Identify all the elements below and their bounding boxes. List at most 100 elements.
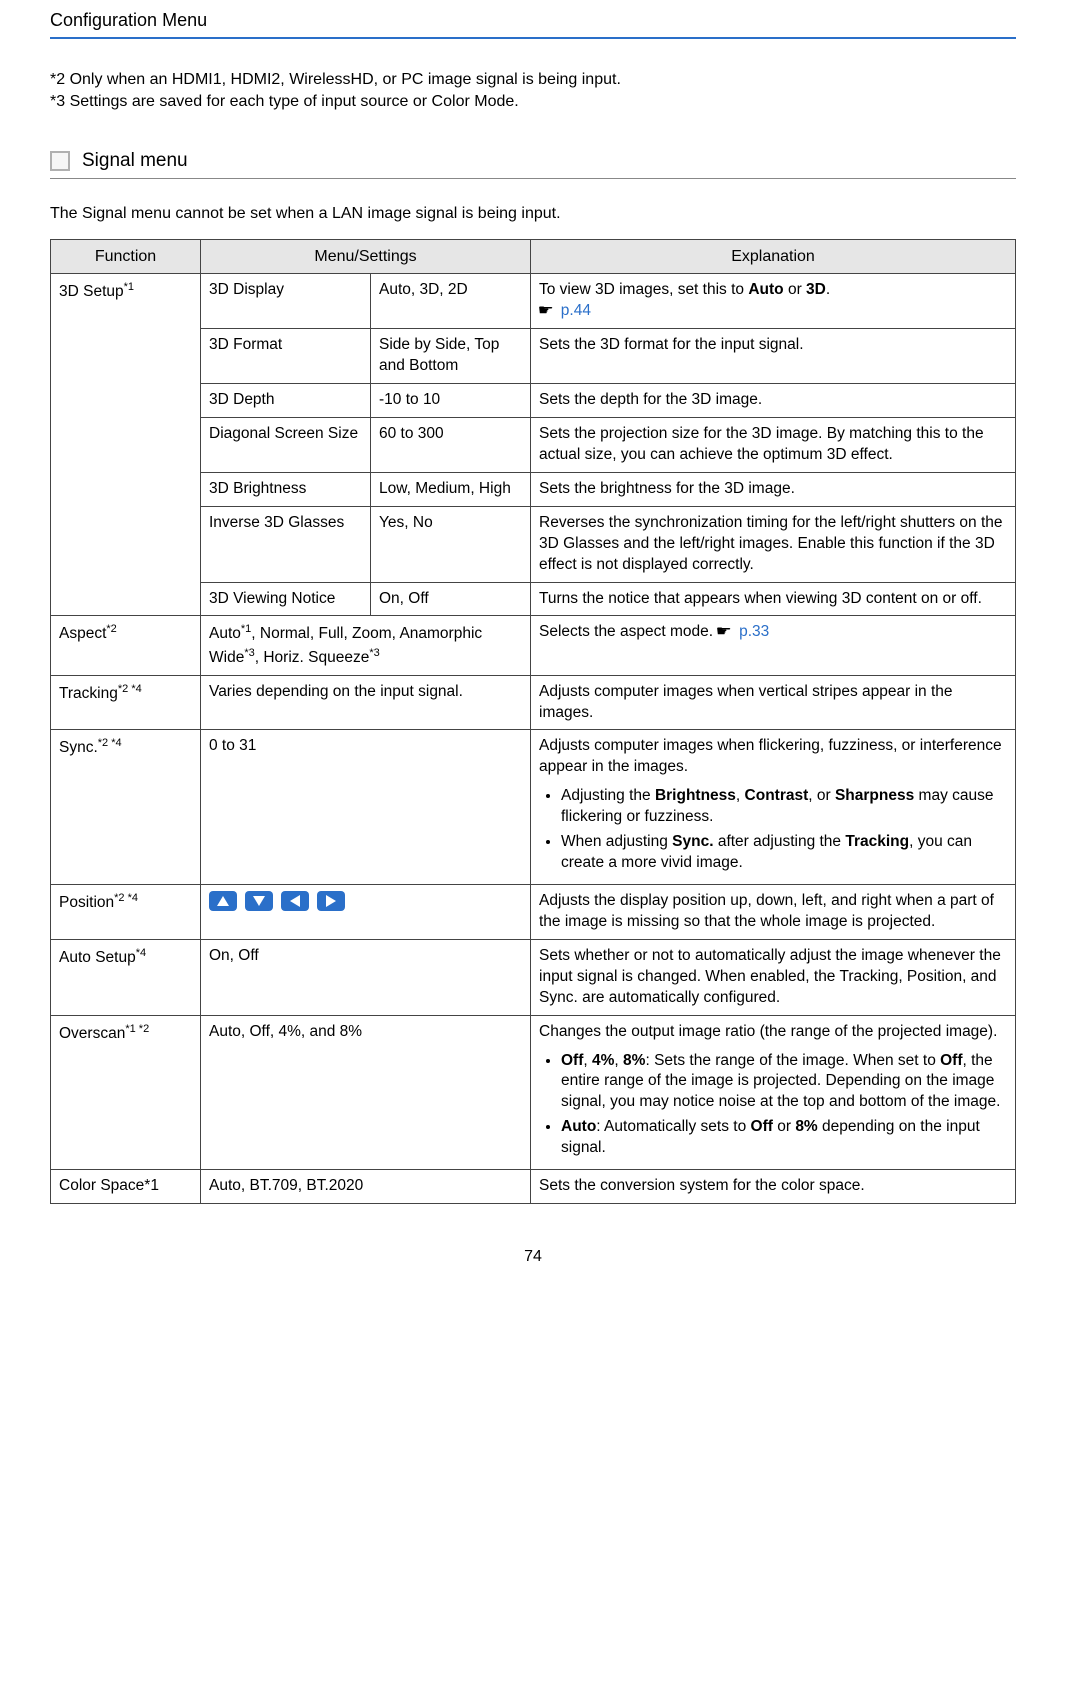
text-bold: Sharpness <box>835 787 914 804</box>
exp-colorspace: Sets the conversion system for the color… <box>531 1170 1016 1204</box>
menu-3d-depth: 3D Depth <box>201 384 371 418</box>
fn-3d-setup: 3D Setup*1 <box>51 274 201 616</box>
text: Adjusts computer images when flickering,… <box>539 736 1007 778</box>
exp-aspect: Selects the aspect mode. ☛ p.33 <box>531 616 1016 675</box>
fn-autosetup: Auto Setup*4 <box>51 939 201 1015</box>
page-title: Configuration Menu <box>50 10 1016 39</box>
footnote-3: *3 Settings are saved for each type of i… <box>50 91 1016 113</box>
fn-autosetup-label: Auto Setup <box>59 949 136 966</box>
setting-tracking: Varies depending on the input signal. <box>201 675 531 730</box>
text-bold: Auto <box>748 281 783 298</box>
text: or <box>773 1118 795 1135</box>
pointer-icon: ☛ <box>538 301 554 321</box>
text: , <box>614 1052 623 1069</box>
fn-position: Position*2 *4 <box>51 884 201 939</box>
text: or <box>784 281 806 298</box>
signal-table: Function Menu/Settings Explanation 3D Se… <box>50 239 1016 1204</box>
fn-aspect-sup: *2 <box>106 623 116 635</box>
setting-3d-notice: On, Off <box>371 582 531 616</box>
text: . <box>826 281 830 298</box>
fn-tracking: Tracking*2 *4 <box>51 675 201 730</box>
table-row: Tracking*2 *4 Varies depending on the in… <box>51 675 1016 730</box>
fn-overscan: Overscan*1 *2 <box>51 1015 201 1170</box>
arrow-right-icon <box>317 891 345 911</box>
menu-3d-format: 3D Format <box>201 329 371 384</box>
setting-3d-depth: -10 to 10 <box>371 384 531 418</box>
setting-colorspace: Auto, BT.709, BT.2020 <box>201 1170 531 1204</box>
table-row: Overscan*1 *2 Auto, Off, 4%, and 8% Chan… <box>51 1015 1016 1170</box>
text: Adjusting the <box>561 787 655 804</box>
table-header-row: Function Menu/Settings Explanation <box>51 239 1016 274</box>
section-bullet-icon <box>50 151 70 171</box>
menu-3d-display: 3D Display <box>201 274 371 329</box>
table-row: Auto Setup*4 On, Off Sets whether or not… <box>51 939 1016 1015</box>
fn-sync: Sync.*2 *4 <box>51 730 201 885</box>
text-bold: 4% <box>592 1052 614 1069</box>
text: , <box>736 787 745 804</box>
text: , or <box>808 787 835 804</box>
text-bold: Off <box>940 1052 962 1069</box>
col-explanation: Explanation <box>531 239 1016 274</box>
text: Selects the aspect mode. <box>539 623 717 640</box>
text: after adjusting the <box>714 833 846 850</box>
setting-3d-format: Side by Side, Top and Bottom <box>371 329 531 384</box>
col-function: Function <box>51 239 201 274</box>
arrow-down-icon <box>245 891 273 911</box>
text-sup: *3 <box>244 647 254 659</box>
link-p44[interactable]: p.44 <box>561 302 591 319</box>
exp-3d-depth: Sets the depth for the 3D image. <box>531 384 1016 418</box>
exp-sync-list: Adjusting the Brightness, Contrast, or S… <box>539 786 1007 874</box>
link-p33[interactable]: p.33 <box>739 623 769 640</box>
setting-diag-size: 60 to 300 <box>371 417 531 472</box>
setting-position <box>201 884 531 939</box>
fn-sync-sup: *2 *4 <box>98 737 122 749</box>
text: , Horiz. Squeeze <box>255 649 370 666</box>
exp-inverse-3d: Reverses the synchronization timing for … <box>531 506 1016 582</box>
exp-sync: Adjusts computer images when flickering,… <box>531 730 1016 885</box>
fn-aspect: Aspect*2 <box>51 616 201 675</box>
fn-sync-label: Sync. <box>59 740 98 757</box>
text-bold: Auto <box>561 1118 596 1135</box>
text-bold: 3D <box>806 281 826 298</box>
fn-3d-setup-sup: *1 <box>124 281 134 293</box>
footnote-2: *2 Only when an HDMI1, HDMI2, WirelessHD… <box>50 69 1016 91</box>
exp-diag-size: Sets the projection size for the 3D imag… <box>531 417 1016 472</box>
fn-overscan-sup: *1 *2 <box>125 1023 149 1035</box>
fn-aspect-label: Aspect <box>59 626 106 643</box>
text: To view 3D images, set this to <box>539 281 748 298</box>
text: Auto <box>209 626 241 643</box>
list-item: When adjusting Sync. after adjusting the… <box>561 832 1007 874</box>
text-sup: *3 <box>369 647 379 659</box>
exp-tracking: Adjusts computer images when vertical st… <box>531 675 1016 730</box>
arrow-up-icon <box>209 891 237 911</box>
section-header: Signal menu <box>50 150 1016 179</box>
text: : Sets the range of the image. When set … <box>645 1052 940 1069</box>
fn-autosetup-sup: *4 <box>136 947 146 959</box>
list-item: Off, 4%, 8%: Sets the range of the image… <box>561 1051 1007 1114</box>
exp-3d-format: Sets the 3D format for the input signal. <box>531 329 1016 384</box>
menu-3d-brightness: 3D Brightness <box>201 472 371 506</box>
col-menu: Menu/Settings <box>201 239 531 274</box>
exp-overscan: Changes the output image ratio (the rang… <box>531 1015 1016 1170</box>
table-row: Sync.*2 *4 0 to 31 Adjusts computer imag… <box>51 730 1016 885</box>
exp-overscan-list: Off, 4%, 8%: Sets the range of the image… <box>539 1051 1007 1160</box>
arrow-left-icon <box>281 891 309 911</box>
setting-inverse-3d: Yes, No <box>371 506 531 582</box>
page-number: 74 <box>50 1248 1016 1266</box>
setting-3d-brightness: Low, Medium, High <box>371 472 531 506</box>
text-bold: Off <box>751 1118 773 1135</box>
fn-colorspace: Color Space*1 <box>51 1170 201 1204</box>
setting-aspect: Auto*1, Normal, Full, Zoom, Anamorphic W… <box>201 616 531 675</box>
setting-3d-display: Auto, 3D, 2D <box>371 274 531 329</box>
menu-diag-size: Diagonal Screen Size <box>201 417 371 472</box>
setting-sync: 0 to 31 <box>201 730 531 885</box>
text: Changes the output image ratio (the rang… <box>539 1022 1007 1043</box>
table-row: Aspect*2 Auto*1, Normal, Full, Zoom, Ana… <box>51 616 1016 675</box>
fn-position-label: Position <box>59 894 114 911</box>
text: : Automatically sets to <box>596 1118 750 1135</box>
pointer-icon: ☛ <box>716 622 732 642</box>
setting-autosetup: On, Off <box>201 939 531 1015</box>
text-bold: Sync. <box>672 833 713 850</box>
setting-overscan: Auto, Off, 4%, and 8% <box>201 1015 531 1170</box>
text-sup: *1 <box>241 623 251 635</box>
